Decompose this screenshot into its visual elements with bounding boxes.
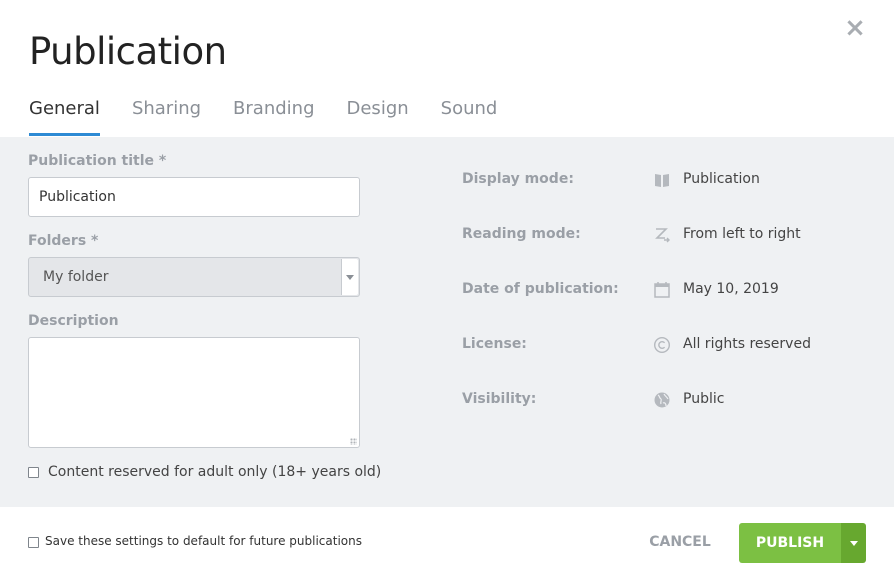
- chevron-down-icon[interactable]: [341, 259, 358, 295]
- publication-title-label-text: Publication title: [28, 153, 155, 169]
- publish-options-dropdown[interactable]: [841, 523, 866, 563]
- tab-branding[interactable]: Branding: [233, 96, 314, 136]
- publication-title-label: Publication title *: [28, 153, 166, 169]
- display-mode-label: Display mode:: [462, 171, 574, 187]
- resize-grip-icon[interactable]: [350, 438, 357, 445]
- adult-content-checkbox[interactable]: [28, 467, 39, 478]
- tab-sound[interactable]: Sound: [441, 96, 498, 136]
- description-textarea[interactable]: [28, 337, 360, 448]
- visibility-label: Visibility:: [462, 391, 537, 407]
- required-mark: *: [91, 233, 99, 249]
- required-mark: *: [158, 153, 167, 169]
- close-icon[interactable]: ×: [844, 15, 866, 41]
- folders-label-text: Folders: [28, 233, 87, 249]
- reading-direction-icon: [655, 228, 670, 243]
- publish-button[interactable]: PUBLISH: [739, 523, 841, 563]
- folders-label: Folders *: [28, 233, 98, 249]
- display-mode-value: Publication: [683, 171, 760, 187]
- visibility-value: Public: [683, 391, 725, 407]
- globe-icon: [654, 392, 670, 408]
- adult-content-label: Content reserved for adult only (18+ yea…: [48, 464, 382, 480]
- tab-sharing[interactable]: Sharing: [132, 96, 201, 136]
- license-value: All rights reserved: [683, 336, 811, 352]
- date-of-publication-value: May 10, 2019: [683, 281, 779, 297]
- save-default-checkbox[interactable]: [28, 537, 39, 548]
- folders-select[interactable]: My folder: [28, 257, 360, 297]
- copyright-icon: [653, 336, 671, 354]
- reading-mode-label: Reading mode:: [462, 226, 581, 242]
- license-label: License:: [462, 336, 527, 352]
- save-default-label: Save these settings to default for futur…: [45, 534, 362, 548]
- reading-mode-value: From left to right: [683, 226, 801, 242]
- tab-design[interactable]: Design: [347, 96, 409, 136]
- calendar-icon: [654, 282, 670, 298]
- folders-selected-value: My folder: [43, 269, 109, 285]
- dialog-title: Publication: [29, 30, 227, 73]
- settings-panel: Publication title * Publication Folders …: [0, 137, 894, 507]
- publication-title-input[interactable]: Publication: [28, 177, 360, 217]
- tab-general[interactable]: General: [29, 96, 100, 136]
- description-label: Description: [28, 313, 119, 329]
- cancel-button[interactable]: CANCEL: [640, 523, 720, 561]
- date-of-publication-label: Date of publication:: [462, 281, 619, 297]
- tab-bar: General Sharing Branding Design Sound: [29, 96, 529, 136]
- book-icon: [655, 174, 669, 187]
